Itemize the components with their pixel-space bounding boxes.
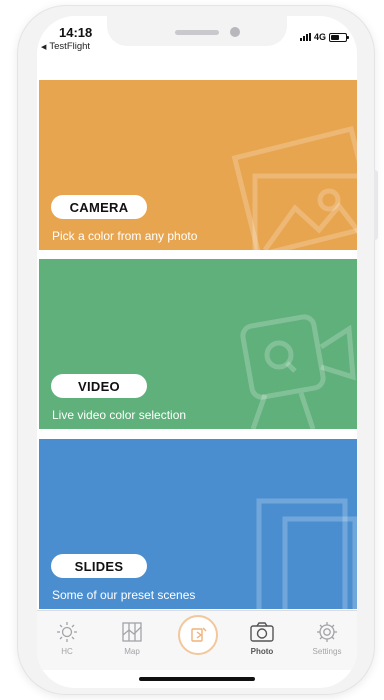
tab-map[interactable]: Map	[104, 621, 160, 656]
tab-hc-label: HC	[61, 647, 73, 656]
back-arrow-icon: ◀	[41, 43, 47, 51]
slides-card[interactable]: SLIDES Some of our preset scenes	[39, 439, 357, 609]
tab-bar: HC Map Photo Settings	[37, 610, 357, 670]
network-label: 4G	[313, 32, 326, 42]
tab-settings[interactable]: Settings	[299, 621, 355, 656]
notch	[107, 16, 287, 46]
video-subtitle: Live video color selection	[52, 408, 187, 422]
tab-map-label: Map	[124, 647, 140, 656]
front-camera	[230, 27, 240, 37]
tab-photo[interactable]: Photo	[234, 621, 290, 656]
screen: 14:18 ◀ TestFlight 4G CAMERA Pick a colo…	[37, 16, 357, 688]
back-app-label: TestFlight	[49, 41, 91, 52]
status-indicators: 4G	[299, 32, 349, 42]
slides-icon	[256, 498, 357, 609]
photo-frames-icon	[231, 125, 357, 250]
back-to-app-link[interactable]: ◀ TestFlight	[41, 41, 90, 52]
video-card[interactable]: VIDEO Live video color selection	[39, 259, 357, 429]
camera-icon	[250, 622, 274, 642]
video-camera-icon	[240, 314, 356, 429]
slides-subtitle: Some of our preset scenes	[52, 588, 196, 602]
video-title: VIDEO	[51, 374, 147, 398]
tab-photo-label: Photo	[250, 647, 274, 656]
tab-hc[interactable]: HC	[39, 621, 95, 656]
map-icon	[122, 622, 142, 642]
battery-icon	[329, 32, 349, 42]
signal-icon	[299, 33, 311, 41]
tab-settings-label: Settings	[312, 647, 342, 656]
status-time: 14:18	[59, 25, 93, 40]
camera-subtitle: Pick a color from any photo	[52, 229, 198, 243]
camera-card[interactable]: CAMERA Pick a color from any photo	[39, 80, 357, 250]
home-indicator[interactable]	[139, 677, 255, 681]
camera-title: CAMERA	[51, 195, 147, 219]
gear-icon	[317, 622, 337, 642]
side-button	[374, 170, 378, 240]
color-picker-button[interactable]	[178, 615, 218, 655]
color-picker-icon	[191, 627, 207, 642]
slides-title: SLIDES	[51, 554, 147, 578]
sun-icon	[57, 622, 77, 642]
speaker	[175, 30, 219, 35]
